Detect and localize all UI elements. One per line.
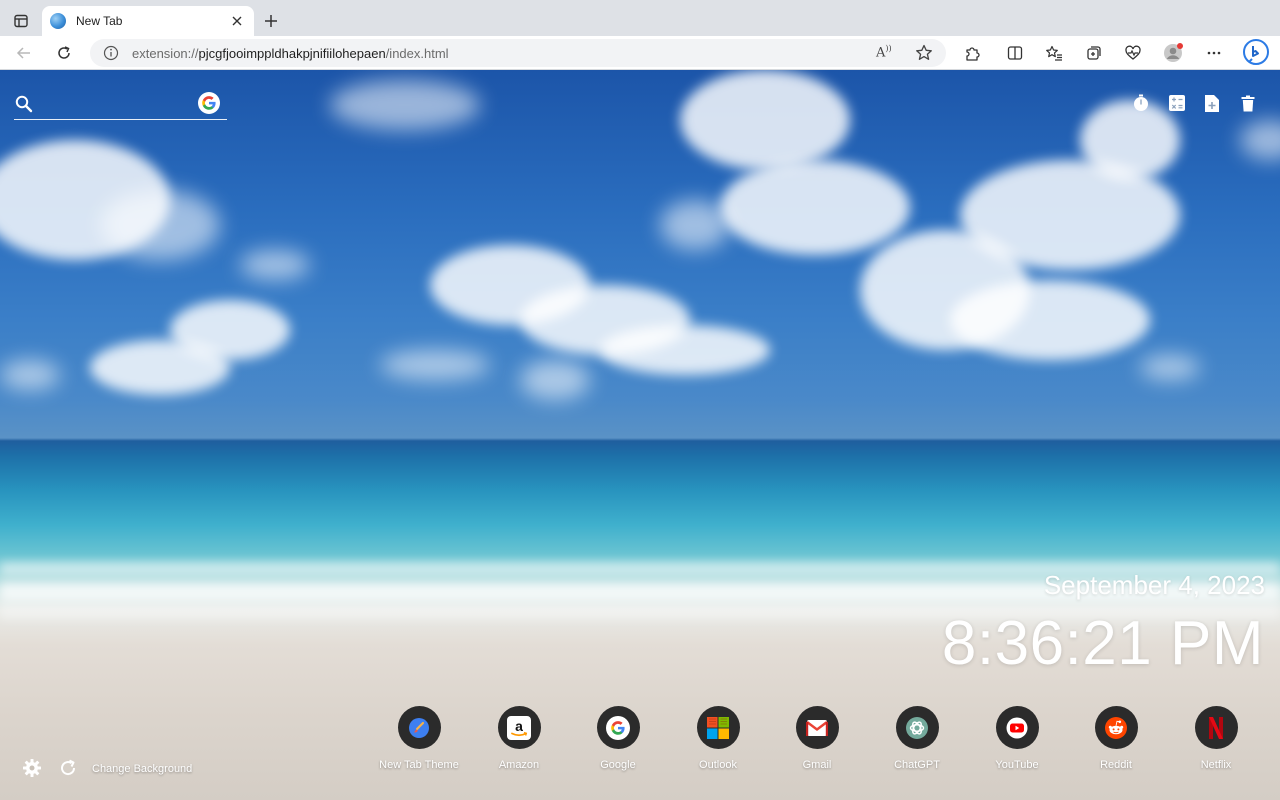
shortcut-icon-circle: [1094, 706, 1138, 749]
address-bar[interactable]: extension://pjcgfjooimppldhakpjnifiilohe…: [90, 39, 946, 67]
profile-button[interactable]: [1159, 39, 1187, 67]
shortcut-label: Gmail: [802, 759, 832, 771]
browser-essentials-button[interactable]: [1119, 39, 1147, 67]
reload-button[interactable]: [50, 39, 78, 67]
collections-button[interactable]: [1080, 39, 1108, 67]
shortcut-icon-circle: a: [497, 706, 541, 749]
extensions-button[interactable]: [958, 39, 986, 67]
shortcut-icon-circle: [795, 706, 839, 749]
tab-close-button[interactable]: [228, 12, 246, 30]
url-text: extension://pjcgfjooimppldhakpjnifiilohe…: [132, 46, 449, 61]
gear-icon: [23, 759, 41, 777]
add-note-button[interactable]: [1201, 92, 1223, 114]
shortcut-reddit[interactable]: Reddit: [1066, 706, 1166, 771]
tab-actions-icon: [14, 14, 28, 28]
shortcut-label: Reddit: [1100, 759, 1132, 771]
new-tab-page: September 4, 2023 8:36:21 PM New Tab The…: [0, 70, 1280, 800]
add-note-icon: [1205, 94, 1219, 112]
shortcut-icon-circle: [1194, 706, 1238, 749]
back-button[interactable]: [10, 39, 38, 67]
shortcut-label: Netflix: [1200, 759, 1232, 771]
bing-copilot-button[interactable]: [1241, 37, 1271, 67]
read-aloud-icon: A: [876, 45, 886, 61]
trash-button[interactable]: [1237, 92, 1259, 114]
chatgpt-icon: [906, 716, 928, 739]
info-icon[interactable]: [102, 44, 120, 62]
shortcut-label: Outlook: [699, 759, 737, 771]
timer-icon: [1134, 94, 1148, 111]
tab-strip: New Tab: [0, 0, 1280, 36]
tab-actions-button[interactable]: [8, 8, 34, 34]
browser-toolbar: extension://pjcgfjooimppldhakpjnifiilohe…: [0, 36, 1280, 70]
search-input[interactable]: [40, 92, 190, 116]
shortcut-youtube[interactable]: YouTube: [967, 706, 1067, 771]
shortcut-icon-circle: [895, 706, 939, 749]
bing-chat-icon: [1243, 39, 1269, 65]
read-aloud-button[interactable]: A)): [876, 44, 896, 62]
avatar: [1164, 43, 1183, 62]
favorites-button[interactable]: [1040, 39, 1068, 67]
url-host: pjcgfjooimppldhakpjnifiilohepaen: [198, 46, 386, 61]
google-icon: [606, 715, 630, 740]
shortcut-icon-circle: [397, 706, 441, 749]
date-display: September 4, 2023: [1043, 570, 1265, 600]
new-tab-button[interactable]: [258, 8, 284, 34]
shortcut-label: YouTube: [995, 759, 1039, 771]
shortcut-label: ChatGPT: [894, 759, 940, 771]
shortcut-amazon[interactable]: a Amazon: [469, 706, 569, 771]
more-horizontal-icon: [1207, 51, 1221, 55]
arrow-left-icon: [16, 47, 30, 59]
youtube-icon: [1006, 717, 1028, 738]
reddit-icon: [1105, 716, 1127, 739]
puzzle-icon: [966, 47, 980, 61]
url-path: /index.html: [385, 46, 449, 61]
refresh-icon: [61, 759, 76, 776]
shortcut-new-tab-theme[interactable]: New Tab Theme: [369, 706, 469, 771]
change-background-link[interactable]: Change Background: [92, 763, 192, 775]
search-bar: [14, 90, 227, 120]
favorite-star-icon[interactable]: [914, 43, 934, 63]
timer-button[interactable]: [1130, 92, 1152, 114]
refresh-background-button[interactable]: [58, 758, 78, 778]
shortcut-label: New Tab Theme: [379, 759, 459, 771]
outlook-icon: [707, 716, 729, 739]
google-logo-icon: [202, 96, 216, 110]
url-prefix: extension://: [132, 46, 199, 61]
shortcut-icon-circle: [596, 706, 640, 749]
calculator-button[interactable]: [1166, 92, 1188, 114]
shortcut-icon-circle: [696, 706, 740, 749]
shortcut-google[interactable]: Google: [568, 706, 668, 771]
favorites-list-icon: [1046, 45, 1062, 61]
plus-icon: [265, 15, 277, 27]
shortcut-gmail[interactable]: Gmail: [767, 706, 867, 771]
svg-text:a: a: [515, 718, 523, 734]
gmail-icon: [806, 719, 828, 736]
active-tab[interactable]: New Tab: [42, 6, 254, 36]
collections-icon: [1087, 46, 1101, 60]
trash-icon: [1241, 95, 1255, 111]
settings-and-more-button[interactable]: [1200, 39, 1228, 67]
clock-display: 8:36:21 PM: [941, 609, 1264, 678]
settings-button[interactable]: [22, 758, 42, 778]
paintbrush-icon: [409, 717, 429, 738]
reload-icon: [58, 46, 70, 59]
heart-pulse-icon: [1125, 45, 1141, 60]
split-screen-icon: [1007, 46, 1023, 60]
search-icon[interactable]: [14, 94, 34, 114]
tab-title: New Tab: [76, 14, 123, 28]
shortcut-icon-circle: [995, 706, 1039, 749]
tab-favicon-icon: [50, 13, 66, 29]
google-g-icon[interactable]: [198, 92, 220, 114]
shortcut-outlook[interactable]: Outlook: [668, 706, 768, 771]
close-icon: [232, 16, 242, 26]
split-screen-button[interactable]: [1001, 39, 1029, 67]
shortcut-chatgpt[interactable]: ChatGPT: [867, 706, 967, 771]
shortcut-netflix[interactable]: Netflix: [1166, 706, 1266, 771]
amazon-icon: a: [507, 715, 531, 740]
shortcut-label: Amazon: [498, 759, 540, 771]
netflix-icon: [1209, 716, 1223, 739]
shortcut-label: Google: [600, 759, 636, 771]
calculator-icon: [1169, 95, 1185, 111]
